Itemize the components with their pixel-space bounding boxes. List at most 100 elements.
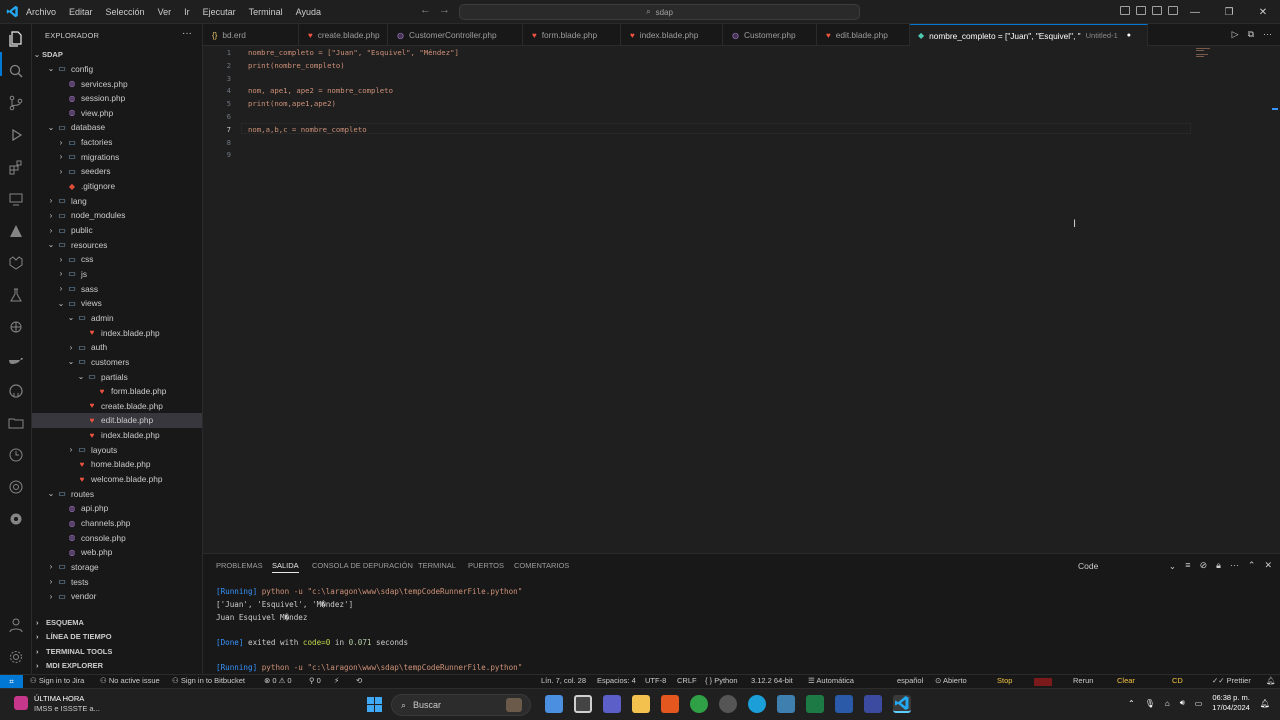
tree-folder[interactable]: › ▭ factories [32,135,202,150]
vscode-app-icon[interactable] [893,695,911,713]
code-line[interactable]: nom,a,b,c = nombre_completo [248,125,367,134]
minimap[interactable] [1196,48,1214,62]
defender-app-icon[interactable] [835,695,853,713]
tree-folder[interactable]: › ▭ seeders [32,164,202,179]
docker-icon[interactable] [7,350,25,368]
remote-desktop-app-icon[interactable] [777,695,795,713]
file-explorer-app-icon[interactable] [632,695,650,713]
tree-folder[interactable]: › ▭ sass [32,281,202,296]
tree-folder[interactable]: ⌄ ▭ partials [32,369,202,384]
tree-file[interactable]: ◍ console.php [32,530,202,545]
tree-file[interactable]: ◍ view.php [32,106,202,121]
menu-ir[interactable]: Ir [182,7,192,17]
testing-icon[interactable] [7,286,25,304]
source-control-icon[interactable] [7,94,25,112]
filter-icon[interactable]: ≡ [1185,560,1190,571]
news-widget[interactable]: ÚLTIMA HORA IMSS e ISSSTE a... [34,694,100,714]
code-line[interactable]: print(nombre_completo) [248,61,345,70]
clock[interactable]: 06:38 p. m. 17/04/2024 [1212,693,1250,713]
tree-folder[interactable]: › ▭ migrations [32,150,202,165]
menu-terminal[interactable]: Terminal [247,7,285,17]
remote-indicator-icon[interactable]: ⌗ [0,675,23,688]
tree-folder[interactable]: › ▭ js [32,267,202,282]
github-desktop-app-icon[interactable] [719,695,737,713]
tree-file[interactable]: ♥ form.blade.php [32,384,202,399]
volume-icon[interactable]: 🔊︎ [1180,698,1185,708]
close-window-button[interactable]: ✕ [1246,0,1280,24]
toggle-secondary-sidebar-icon[interactable] [1152,6,1162,15]
tree-folder[interactable]: › ▭ layouts [32,443,202,458]
tree-folder[interactable]: › ▭ tests [32,574,202,589]
ports-count[interactable]: ⚲ 0 [309,676,321,685]
more-actions-icon[interactable]: ··· [1230,560,1239,571]
python-version[interactable]: 3.12.2 64-bit [751,676,793,685]
tree-folder[interactable]: ⌄ ▭ config [32,62,202,77]
windows-start-icon[interactable] [367,697,382,712]
teams-app-icon[interactable] [603,695,621,713]
code-editor[interactable]: 1 nombre_completo = ["Juan", "Esquivel", … [203,46,1280,553]
root-folder[interactable]: ⌄ SDAP [32,47,202,62]
extensions-icon[interactable] [7,158,25,176]
excel-app-icon[interactable] [806,695,824,713]
search-icon[interactable] [7,62,25,80]
tree-file[interactable]: ◍ web.php [32,545,202,560]
tree-folder[interactable]: › ▭ node_modules [32,208,202,223]
cd-button[interactable]: CD [1172,676,1183,685]
tree-file[interactable]: ♥ index.blade.php [32,325,202,340]
tab-bd-erd[interactable]: {} bd.erd [203,24,299,46]
run-debug-icon[interactable] [7,126,25,144]
chrome-app-icon[interactable] [690,695,708,713]
folder-manager-icon[interactable] [7,414,25,432]
sidebar-section-mdi-explorer[interactable]: › MDI EXPLORER [32,659,202,673]
bitbucket-signin[interactable]: ⚇ Sign in to Bitbucket [172,676,245,685]
forward-arrow-icon[interactable]: → [439,4,450,16]
panel-tab-comentarios[interactable]: COMENTARIOS [514,561,569,570]
tree-file[interactable]: ◍ session.php [32,91,202,106]
run-icon[interactable]: ▷ [1232,29,1239,40]
more-actions-icon[interactable]: ··· [1263,29,1272,40]
back-arrow-icon[interactable]: ← [420,4,431,16]
end-of-line[interactable]: CRLF [677,676,697,685]
lock-icon[interactable]: 🔒︎ [1216,560,1221,571]
tree-folder[interactable]: › ▭ auth [32,340,202,355]
tree-folder[interactable]: ⌄ ▭ resources [32,237,202,252]
brave-browser-app-icon[interactable] [661,695,679,713]
network-icon[interactable]: ⌂ [1165,699,1170,708]
live-server-status[interactable]: ⊙ Abierto [935,676,967,685]
microphone-icon[interactable]: 🎙︎ [1145,699,1155,708]
panel-tab-salida[interactable]: SALIDA [272,561,299,573]
unsaved-dot-icon[interactable]: ● [1127,32,1131,39]
taskbar-search[interactable]: ⌕ Buscar [391,694,531,716]
clear-button[interactable]: Clear [1117,676,1135,685]
auto-format-status[interactable]: ☰ Automática [808,676,854,685]
gitlens-icon[interactable] [7,254,25,272]
menu-editar[interactable]: Editar [67,7,95,17]
restore-button[interactable]: ❐ [1212,0,1246,24]
notifications-bell-icon[interactable]: 🔔︎ [1266,676,1276,685]
edge-app-icon[interactable] [748,695,766,713]
tree-folder[interactable]: ⌄ ▭ admin [32,311,202,326]
tree-folder[interactable]: › ▭ vendor [32,589,202,604]
toggle-panel-icon[interactable] [1136,6,1146,15]
stop-button[interactable]: Stop [997,676,1012,685]
sidebar-section-terminal-tools[interactable]: › TERMINAL TOOLS [32,644,202,658]
tree-file[interactable]: ♥ index.blade.php [32,428,202,443]
clear-output-icon[interactable]: ⊘ [1200,560,1208,571]
azure-icon[interactable] [7,222,25,240]
cursor-position[interactable]: Lín. 7, col. 28 [541,676,586,685]
code-line[interactable]: nombre_completo = ["Juan", "Esquivel", "… [248,48,459,57]
tab-create-blade-php[interactable]: ♥ create.blade.php [299,24,388,46]
tree-file[interactable]: ♥ create.blade.php [32,399,202,414]
show-hidden-icons-icon[interactable]: ⌃ [1128,699,1135,708]
tree-file[interactable]: ♥ edit.blade.php [32,413,202,428]
sidebar-section-esquema[interactable]: › ESQUEMA [32,615,202,629]
tab-form-blade-php[interactable]: ♥ form.blade.php [523,24,621,46]
customize-layout-icon[interactable] [1168,6,1178,15]
menu-ayuda[interactable]: Ayuda [294,7,323,17]
more-actions-icon[interactable]: ··· [182,28,192,39]
copilot-app-icon[interactable] [545,695,563,713]
menu-ejecutar[interactable]: Ejecutar [201,7,238,17]
tree-file[interactable]: ◍ api.php [32,501,202,516]
encoding[interactable]: UTF-8 [645,676,666,685]
tab-nombre-completo-juan-esquivel[interactable]: ◆ nombre_completo = ["Juan", "Esquivel", … [910,24,1148,46]
